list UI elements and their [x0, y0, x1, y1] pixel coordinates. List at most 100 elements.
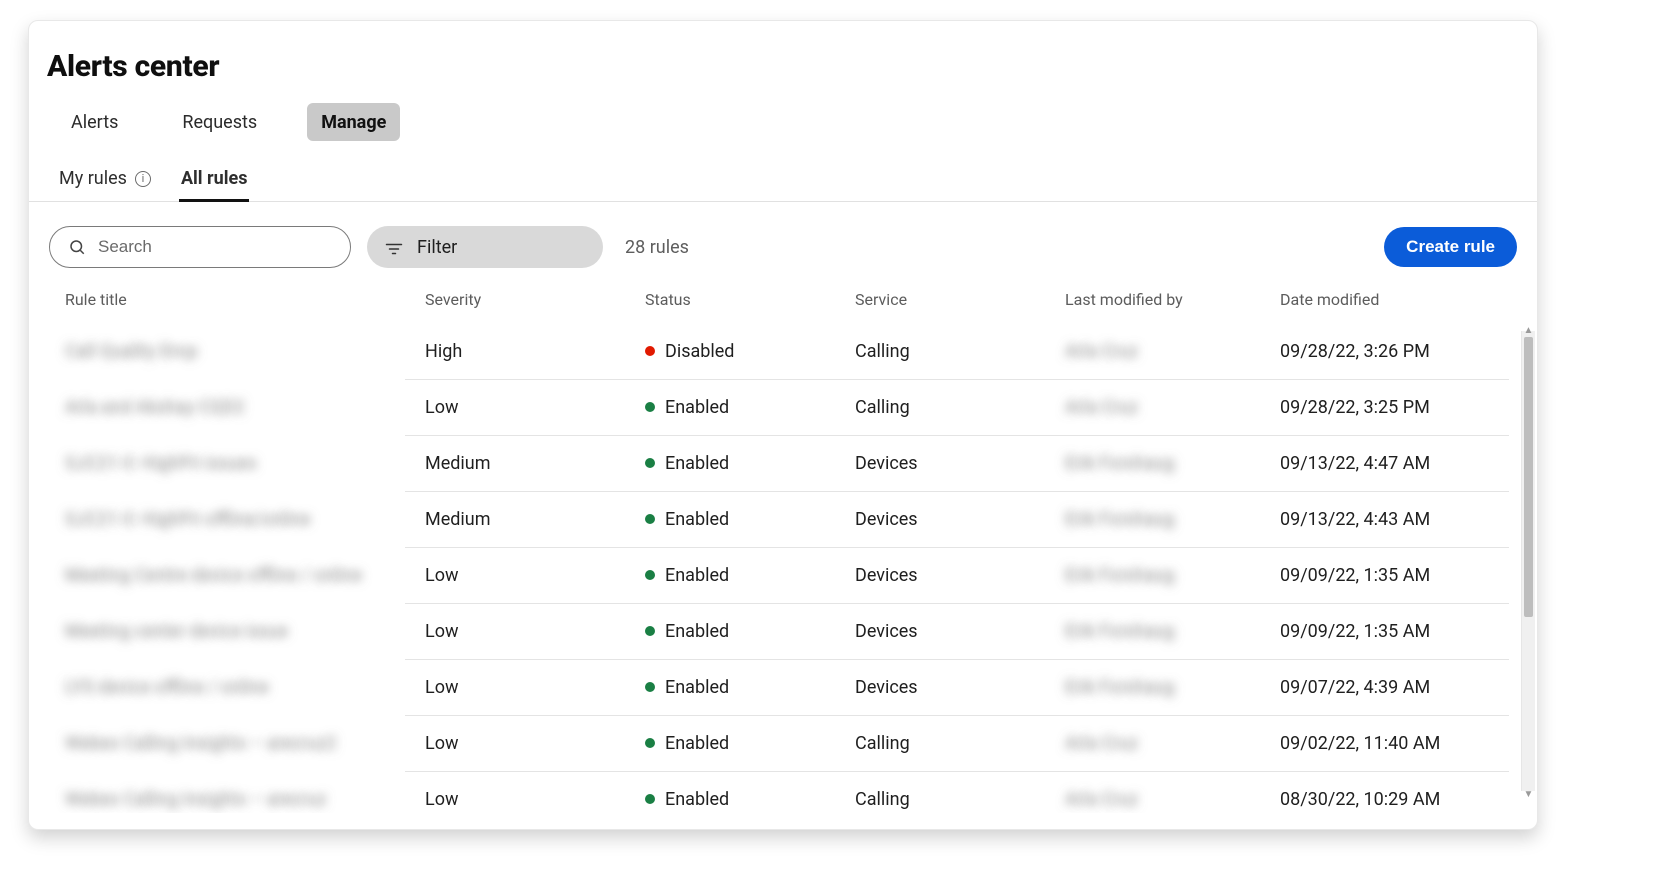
scroll-up-icon[interactable]: ▲	[1522, 323, 1535, 337]
col-date-modified[interactable]: Date modified	[1280, 290, 1520, 309]
cell-date-modified: 09/09/22, 1:35 AM	[1280, 565, 1520, 586]
cell-status: Enabled	[645, 733, 855, 754]
cell-last-modified-by: Arla Cruz	[1065, 341, 1280, 362]
table-row[interactable]: Meeting center device issueLow Enabled Dev…	[45, 603, 1521, 659]
filter-button[interactable]: Filter	[367, 226, 603, 268]
cell-service: Calling	[855, 789, 1065, 810]
filter-icon	[385, 240, 403, 254]
cell-last-modified-by: Erik Forshaug	[1065, 621, 1280, 642]
table-row[interactable]: Meeting Centre device offline / onlineLo…	[45, 547, 1521, 603]
col-severity[interactable]: Severity	[425, 290, 645, 309]
cell-status: Enabled	[645, 453, 855, 474]
status-dot-icon	[645, 458, 655, 468]
cell-severity: Low	[425, 621, 645, 642]
toolbar: Filter 28 rules Create rule	[29, 202, 1537, 280]
scroll-thumb[interactable]	[1524, 337, 1533, 617]
table-row[interactable]: Arla and Akshay CQD2Low Enabled CallingArl…	[45, 379, 1521, 435]
status-text: Enabled	[665, 789, 729, 810]
cell-service: Devices	[855, 565, 1065, 586]
table-row[interactable]: Webex Calling Insights – arecruz2Low Enab…	[45, 715, 1521, 771]
table-row[interactable]: LYS device offline / onlineLow Enabled Dev…	[45, 659, 1521, 715]
rules-count: 28 rules	[625, 237, 689, 258]
status-dot-icon	[645, 346, 655, 356]
table-row[interactable]: SJC21-3: HighPri issuesMediumEnabledDevi…	[45, 435, 1521, 491]
cell-severity: Low	[425, 565, 645, 586]
cell-date-modified: 08/30/22, 10:29 AM	[1280, 789, 1520, 810]
cell-date-modified: 09/09/22, 1:35 AM	[1280, 621, 1520, 642]
cell-date-modified: 09/07/22, 4:39 AM	[1280, 677, 1520, 698]
status-dot-icon	[645, 402, 655, 412]
col-rule-title[interactable]: Rule title	[65, 290, 425, 309]
cell-service: Calling	[855, 341, 1065, 362]
subtab-label: All rules	[181, 168, 248, 189]
status-text: Enabled	[665, 733, 729, 754]
cell-service: Devices	[855, 621, 1065, 642]
search-input-wrapper[interactable]	[49, 226, 351, 268]
cell-status: Enabled	[645, 677, 855, 698]
tab-requests[interactable]: Requests	[168, 103, 271, 141]
cell-rule-title: Meeting center device issue	[65, 621, 425, 642]
cell-date-modified: 09/13/22, 4:47 AM	[1280, 453, 1520, 474]
tab-manage[interactable]: Manage	[307, 103, 400, 141]
status-dot-icon	[645, 570, 655, 580]
cell-date-modified: 09/13/22, 4:43 AM	[1280, 509, 1520, 530]
table-row[interactable]: SJC21-3: HighPri offline/onlineMediumEna…	[45, 491, 1521, 547]
cell-status: Enabled	[645, 621, 855, 642]
status-text: Enabled	[665, 397, 729, 418]
status-dot-icon	[645, 682, 655, 692]
info-icon[interactable]: i	[135, 171, 151, 187]
alerts-center-panel: Alerts center Alerts Requests Manage My …	[28, 20, 1538, 830]
scroll-down-icon[interactable]: ▼	[1522, 787, 1535, 801]
cell-rule-title: Webex Calling Insights – arecruz2	[65, 733, 425, 754]
status-text: Enabled	[665, 565, 729, 586]
status-dot-icon	[645, 514, 655, 524]
col-status[interactable]: Status	[645, 290, 855, 309]
cell-last-modified-by: Erik Forshaug	[1065, 509, 1280, 530]
tab-alerts[interactable]: Alerts	[57, 103, 132, 141]
status-text: Enabled	[665, 453, 729, 474]
cell-service: Devices	[855, 509, 1065, 530]
cell-status: Enabled	[645, 565, 855, 586]
cell-last-modified-by: Arla Cruz	[1065, 397, 1280, 418]
cell-status: Enabled	[645, 789, 855, 810]
table-body[interactable]: Call Quality DropHighDisabledCallingArla…	[45, 323, 1521, 813]
subtab-my-rules[interactable]: My rules i	[57, 158, 153, 201]
table-row[interactable]: Call Quality DropHighDisabledCallingArla…	[45, 323, 1521, 379]
cell-severity: Low	[425, 733, 645, 754]
page-title: Alerts center	[29, 39, 1537, 98]
cell-service: Calling	[855, 397, 1065, 418]
cell-rule-title: Meeting Centre device offline / online	[65, 565, 425, 586]
cell-severity: Low	[425, 397, 645, 418]
cell-severity: Medium	[425, 509, 645, 530]
status-text: Enabled	[665, 677, 729, 698]
cell-service: Calling	[855, 733, 1065, 754]
search-input[interactable]	[98, 237, 332, 257]
cell-date-modified: 09/02/22, 11:40 AM	[1280, 733, 1520, 754]
status-dot-icon	[645, 626, 655, 636]
cell-severity: High	[425, 341, 645, 362]
status-dot-icon	[645, 794, 655, 804]
cell-date-modified: 09/28/22, 3:26 PM	[1280, 341, 1520, 362]
cell-rule-title: LYS device offline / online	[65, 677, 425, 698]
table-row[interactable]: Webex Calling Insights – arecruzLowEnabl…	[45, 771, 1521, 813]
status-text: Enabled	[665, 621, 729, 642]
col-service[interactable]: Service	[855, 290, 1065, 309]
cell-status: Enabled	[645, 509, 855, 530]
cell-date-modified: 09/28/22, 3:25 PM	[1280, 397, 1520, 418]
status-text: Enabled	[665, 509, 729, 530]
cell-severity: Low	[425, 789, 645, 810]
cell-rule-title: Call Quality Drop	[65, 341, 425, 362]
subtab-label: My rules	[59, 168, 127, 189]
filter-label: Filter	[417, 237, 457, 258]
cell-last-modified-by: Erik Forshaug	[1065, 565, 1280, 586]
col-last-modified-by[interactable]: Last modified by	[1065, 290, 1280, 309]
cell-last-modified-by: Erik Forshaug	[1065, 453, 1280, 474]
cell-severity: Low	[425, 677, 645, 698]
scrollbar[interactable]: ▲ ▼	[1521, 331, 1535, 791]
create-rule-button[interactable]: Create rule	[1384, 227, 1517, 267]
cell-service: Devices	[855, 453, 1065, 474]
cell-rule-title: Arla and Akshay CQD2	[65, 397, 425, 418]
subtab-all-rules[interactable]: All rules	[179, 158, 250, 201]
cell-service: Devices	[855, 677, 1065, 698]
cell-last-modified-by: Erik Forshaug	[1065, 677, 1280, 698]
